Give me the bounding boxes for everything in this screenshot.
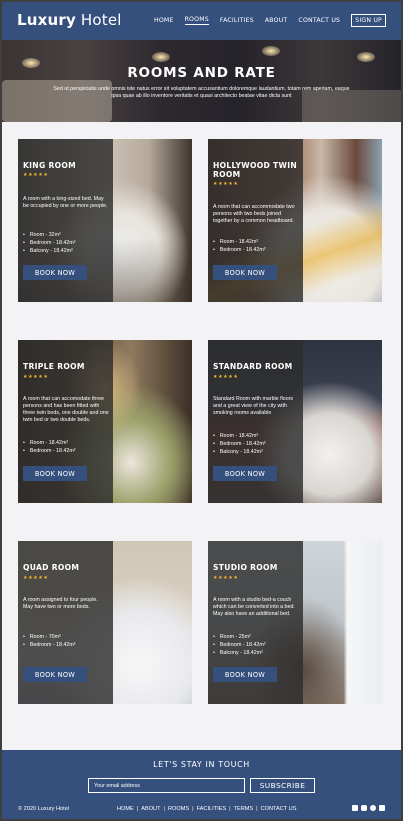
feature-item: Room - 18.42m² bbox=[213, 432, 301, 440]
nav-about[interactable]: ABOUT bbox=[265, 17, 288, 24]
footer-link-facilities[interactable]: FACILITIES bbox=[197, 806, 227, 812]
logo-bold-text: Luxury bbox=[17, 11, 76, 29]
social-links bbox=[352, 805, 385, 811]
star-rating: ★★★★★ bbox=[23, 374, 49, 380]
room-card-quad: QUAD ROOM ★★★★★ A room assigned to four … bbox=[18, 541, 192, 704]
instagram-icon[interactable] bbox=[361, 805, 367, 811]
link-separator: | bbox=[192, 806, 194, 812]
book-now-button[interactable]: BOOK NOW bbox=[213, 466, 277, 481]
logo-light-text: Hotel bbox=[75, 11, 122, 29]
feature-item: Room - 18.42m² bbox=[213, 238, 301, 246]
footer-links: HOME | ABOUT | ROOMS | FACILITIES | TERMS | C… bbox=[117, 806, 296, 812]
footer-link-home[interactable]: HOME bbox=[117, 806, 134, 812]
feature-item: Bedroom - 18.42m² bbox=[213, 440, 301, 448]
book-now-button[interactable]: BOOK NOW bbox=[213, 265, 277, 280]
room-features: Room - 18.42m² Bedroom - 18.42m² bbox=[23, 439, 111, 455]
room-features: Room - 18.42m² Bedroom - 18.42m² bbox=[213, 238, 301, 254]
linkedin-icon[interactable] bbox=[352, 805, 358, 811]
hero-lamp-3 bbox=[262, 46, 280, 56]
room-description: Standard Room with marble floors and a g… bbox=[213, 396, 294, 416]
nav-rooms[interactable]: ROOMS bbox=[184, 16, 209, 25]
link-separator: | bbox=[136, 806, 139, 812]
room-description: A room that can accommodate two persons … bbox=[213, 204, 295, 224]
room-description: A room that can accomodate three persons… bbox=[23, 396, 109, 423]
room-title: QUAD ROOM bbox=[23, 563, 80, 572]
feature-item: Balcony - 18.42m² bbox=[213, 649, 301, 657]
feature-item: Room - 25m² bbox=[213, 633, 301, 641]
room-features: Room - 32m² Bedroom - 18.42m² Balcony - … bbox=[23, 231, 111, 255]
footer-link-terms[interactable]: TERMS bbox=[234, 806, 254, 812]
hero-banner: ROOMS AND RATE Sed ut perspiciatis unde … bbox=[2, 40, 401, 122]
room-description: A room assigned to four people. May have… bbox=[23, 597, 98, 610]
room-features: Room - 25m² Bedroom - 18.42m² Balcony - … bbox=[213, 633, 301, 657]
book-now-button[interactable]: BOOK NOW bbox=[213, 667, 277, 682]
star-rating: ★★★★★ bbox=[213, 374, 239, 380]
star-rating: ★★★★★ bbox=[23, 172, 49, 178]
room-title: HOLLYWOOD TWIN ROOM bbox=[213, 161, 297, 179]
room-title: STUDIO ROOM bbox=[213, 563, 278, 572]
feature-item: Room - 32m² bbox=[23, 231, 111, 239]
link-separator: | bbox=[163, 806, 165, 812]
feature-item: Bedroom - 18.42m² bbox=[23, 641, 111, 649]
feature-item: Room - 70m² bbox=[23, 633, 111, 641]
nav-contact-us[interactable]: CONTACT US bbox=[298, 17, 340, 24]
feature-item: Bedroom - 18.42m² bbox=[23, 239, 111, 247]
room-description: A room with a king-sized bed. May be occ… bbox=[23, 196, 108, 209]
room-title: KING ROOM bbox=[23, 161, 76, 170]
feature-item: Bedroom - 18.42m² bbox=[23, 447, 111, 455]
footer: LET'S STAY IN TOUCH Your email address S… bbox=[2, 750, 401, 819]
room-card-hollywood-twin: HOLLYWOOD TWIN ROOM ★★★★★ A room that ca… bbox=[208, 139, 382, 302]
top-navbar: Luxury Hotel HOME ROOMS FACILITIES ABOUT… bbox=[2, 2, 401, 40]
feature-item: Room - 18.42m² bbox=[23, 439, 111, 447]
hero-lamp-4 bbox=[357, 52, 375, 62]
site-logo[interactable]: Luxury Hotel bbox=[17, 11, 122, 29]
feature-item: Balcony - 18.42m² bbox=[23, 247, 111, 255]
room-features: Room - 70m² Bedroom - 18.42m² bbox=[23, 633, 111, 649]
book-now-button[interactable]: BOOK NOW bbox=[23, 667, 87, 682]
main-nav: HOME ROOMS FACILITIES ABOUT CONTACT US S… bbox=[154, 14, 386, 27]
room-description: A room with a studio bed-a couch which c… bbox=[213, 597, 295, 617]
hero-lamp-2 bbox=[152, 52, 170, 62]
link-separator: | bbox=[229, 806, 231, 812]
room-features: Room - 18.42m² Bedroom - 18.42m² Balcony… bbox=[213, 432, 301, 456]
link-separator: | bbox=[256, 806, 258, 812]
star-rating: ★★★★★ bbox=[213, 181, 239, 187]
room-title: STANDARD ROOM bbox=[213, 362, 293, 371]
subscribe-button[interactable]: SUBSCRIBE bbox=[250, 778, 315, 793]
feature-item: Bedroom - 18.42m² bbox=[213, 641, 301, 649]
hero-title: ROOMS AND RATE bbox=[127, 65, 276, 81]
hero-text: Sed ut perspiciatis unde omnis iste natu… bbox=[53, 86, 350, 99]
signup-button[interactable]: SIGN UP bbox=[351, 14, 386, 27]
book-now-button[interactable]: BOOK NOW bbox=[23, 466, 87, 481]
newsletter-heading: LET'S STAY IN TOUCH bbox=[153, 760, 250, 769]
footer-link-about[interactable]: ABOUT bbox=[141, 806, 160, 812]
room-card-king: KING ROOM ★★★★★ A room with a king-sized… bbox=[18, 139, 192, 302]
page: Luxury Hotel HOME ROOMS FACILITIES ABOUT… bbox=[2, 2, 401, 819]
feature-item: Bedroom - 18.42m² bbox=[213, 246, 301, 254]
nav-home[interactable]: HOME bbox=[154, 17, 174, 24]
room-card-triple: TRIPLE ROOM ★★★★★ A room that can accomo… bbox=[18, 340, 192, 503]
nav-facilities[interactable]: FACILITIES bbox=[220, 17, 254, 24]
star-rating: ★★★★★ bbox=[23, 575, 49, 581]
footer-link-contact-us[interactable]: CONTACT US bbox=[261, 806, 297, 812]
feature-item: Balcony - 18.42m² bbox=[213, 448, 301, 456]
email-input[interactable]: Your email address bbox=[88, 778, 245, 793]
twitter-icon[interactable] bbox=[370, 805, 376, 811]
room-card-studio: STUDIO ROOM ★★★★★ A room with a studio b… bbox=[208, 541, 382, 704]
room-title: TRIPLE ROOM bbox=[23, 362, 85, 371]
footer-link-rooms[interactable]: ROOMS bbox=[168, 806, 189, 812]
room-card-standard: STANDARD ROOM ★★★★★ Standard Room with m… bbox=[208, 340, 382, 503]
facebook-icon[interactable] bbox=[379, 805, 385, 811]
copyright-text: © 2020 Luxury Hotel bbox=[18, 806, 70, 812]
star-rating: ★★★★★ bbox=[213, 575, 239, 581]
book-now-button[interactable]: BOOK NOW bbox=[23, 265, 87, 280]
